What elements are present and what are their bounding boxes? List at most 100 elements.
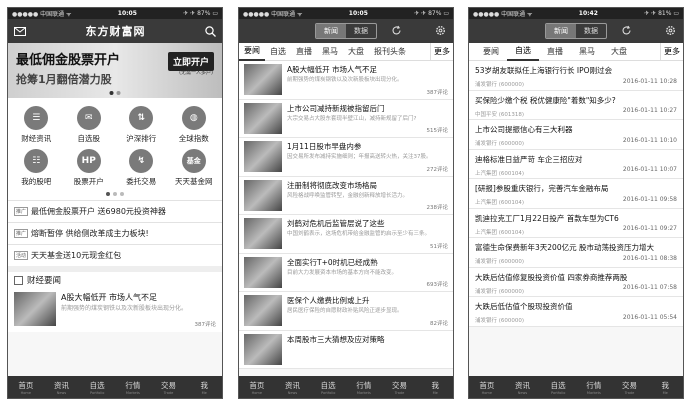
news-item[interactable]: 1月11日股市早盘内参 因交易所发布减持实施细则；年报高送转火热，关注37股。 27… (239, 138, 453, 177)
battery: ✈ ✈ 81% ▭ (644, 10, 679, 17)
news-thumbnail (244, 179, 282, 211)
grid-item-watchlist[interactable]: ✉ 自选股 (63, 106, 116, 144)
tab-press[interactable]: 报刊头条 (369, 43, 411, 61)
news-item[interactable]: A股大幅低开 市场人气不足 前期强势的煤炭钢铁以及次新股板块出现分化。 387评… (8, 288, 222, 332)
news-summary: 前期强势的煤炭钢铁以及次新股板块出现分化。 (61, 305, 188, 312)
grid-item-fund[interactable]: 基金 天天基金网 (168, 149, 221, 187)
app-header: 东方财富网 (8, 19, 222, 43)
tab-live[interactable]: 直播 (539, 43, 571, 61)
tab-markets[interactable]: 行情 Markets (115, 376, 151, 398)
tab-watchlist[interactable]: 自选 (507, 43, 539, 61)
segment-news[interactable]: 新闻 (316, 24, 346, 38)
segment-control: 新闻 数据 (315, 23, 377, 39)
news-item[interactable]: 买保险少缴个税 税优健康险"着数"知多少? 中国平安 (601318) 2016-0… (469, 90, 683, 120)
timestamp: 2016-01-11 08:38 (622, 254, 677, 262)
chat-icon: ☷ (24, 149, 49, 173)
ad-banner[interactable]: 最低佣金股票开户 抢筹1月翻倍潜力股 立即开户 (无需一人多户) (8, 43, 222, 98)
news-item[interactable]: 大跌后低估值个股现投资价值 浦发银行 (600000) 2016-01-11 05:… (469, 297, 683, 327)
news-thumbnail (244, 256, 282, 288)
tab-news[interactable]: 资讯 News (44, 376, 80, 398)
news-item[interactable]: 凯迪拉克工厂1月22日投产 首款车型为CT6 上汽集团 (600104) 2016-… (469, 208, 683, 238)
timestamp: 2016-01-11 10:07 (622, 166, 677, 173)
tab-portfolio[interactable]: 自选 Portfolio (79, 376, 115, 398)
tab-darkhorse[interactable]: 黑马 (571, 43, 603, 61)
news-thumbnail (244, 141, 282, 172)
comment-count: 693评论 (426, 282, 449, 288)
news-thumbnail (244, 64, 282, 95)
search-icon[interactable] (205, 25, 216, 37)
news-item[interactable]: 大跌后估值修复股投资价值 四家券商推荐两股 浦发银行 (600000) 2016-0… (469, 267, 683, 297)
fund-icon: 基金 (181, 149, 206, 173)
news-item[interactable]: 全面实行T+0时机已经成熟 目前大力发展资本市场的基本方向不能改变。 693评论 (239, 253, 453, 292)
gear-icon[interactable] (665, 25, 676, 36)
refresh-icon[interactable] (621, 25, 632, 36)
mail-icon[interactable] (14, 26, 26, 36)
grid-item-open-account[interactable]: HP 股票开户 (63, 149, 116, 187)
tab-darkhorse[interactable]: 黑马 (317, 43, 343, 61)
tab-headlines[interactable]: 要闻 (239, 43, 265, 61)
tab-me[interactable]: 我 Me (417, 376, 453, 398)
tab-portfolio[interactable]: 自选 Portfolio (540, 376, 576, 398)
grid-item-forum[interactable]: ☷ 我的股吧 (10, 149, 63, 187)
carrier: ●●●●● 中国联通 ᯤ (243, 11, 303, 18)
tab-trade[interactable]: 交易 Trade (151, 376, 187, 398)
tab-live[interactable]: 直播 (291, 43, 317, 61)
grid-item-news[interactable]: ☰ 财经资讯 (10, 106, 63, 144)
tab-headlines[interactable]: 要闻 (475, 43, 507, 61)
more-tabs-button[interactable]: 更多 (430, 43, 453, 60)
bottom-tab-bar: 首页 Home 资讯 News 自选 Portfolio 行情 Markets 交易 Tr… (8, 376, 222, 398)
section-title: 财经要闻 (8, 266, 222, 288)
news-item[interactable]: A股大幅低开 市场人气不足 前期强势的煤炭钢铁以及次新股板块出现分化。 387评论 (239, 61, 453, 100)
news-item[interactable]: 医保个人缴费比例或上升 居民医疗保险的自愿财政补贴风险正逐步显现。 82评论 (239, 292, 453, 331)
grid-pager (8, 189, 222, 200)
promo-item[interactable]: 推广 最低佣金股票开户 送6980元投资神器 (8, 200, 222, 222)
segment-news[interactable]: 新闻 (546, 24, 576, 38)
globe-icon: ◍ (181, 106, 206, 130)
tab-markets[interactable]: 行情 Markets (346, 376, 382, 398)
timestamp: 2016-01-11 07:58 (622, 284, 677, 291)
tab-markets[interactable]: 行情 Markets (576, 376, 612, 398)
grid-item-ranking[interactable]: ⇅ 沪深排行 (115, 106, 168, 144)
bottom-tab-bar: 首页 Home 资讯 News 自选 Portfolio 行情 Markets 交易 Tr… (469, 376, 683, 398)
battery: ✈ ✈ 87% ▭ (183, 10, 218, 17)
news-thumbnail (14, 292, 56, 326)
tab-portfolio[interactable]: 自选 Portfolio (310, 376, 346, 398)
tab-me[interactable]: 我 Me (647, 376, 683, 398)
news-item[interactable]: 本周股市三大猜想及应对策略 (239, 330, 453, 369)
more-tabs-button[interactable]: 更多 (660, 43, 683, 60)
tab-news[interactable]: 资讯 News (275, 376, 311, 398)
tab-home[interactable]: 首页 Home (8, 376, 44, 398)
news-item[interactable]: 注册制将彻底改变市场格局 风险格战呼唤监管转型，金融创新释放增长活力。 238评论 (239, 176, 453, 215)
refresh-icon[interactable] (391, 25, 402, 36)
promo-item[interactable]: 推广 熔断暂停 供给侧改革成主力板块! (8, 222, 222, 244)
tab-trade[interactable]: 交易 Trade (612, 376, 648, 398)
news-item[interactable]: 上市公司提振信心有三大利器 浦发银行 (600000) 2016-01-11 10:… (469, 120, 683, 150)
news-screen: ●●●●● 中国联通 ᯤ 10:05 ✈ ✈ 87% ▭ 新闻 数据 要闻 自选… (238, 7, 454, 399)
news-item[interactable]: 上市公司减持新规被指留后门 大宗交易占大股东套现半壁江山，减持新规留了后门? 515… (239, 99, 453, 138)
tab-trade[interactable]: 交易 Trade (382, 376, 418, 398)
tab-home[interactable]: 首页 Home (239, 376, 275, 398)
news-item[interactable]: [研报]参股重庆银行，完善汽车金融布局 上汽集团 (600104) 2016-01-… (469, 179, 683, 209)
grid-item-trade[interactable]: ↯ 委托交易 (115, 149, 168, 187)
status-bar: ●●●●● 中国联通 ᯤ 10:05 ✈ ✈ 87% ▭ (8, 8, 222, 19)
tab-news[interactable]: 资讯 News (505, 376, 541, 398)
clock: 10:05 (348, 10, 368, 17)
timestamp: 2016-01-11 10:27 (622, 107, 677, 114)
tab-me[interactable]: 我 Me (186, 376, 222, 398)
gear-icon[interactable] (435, 25, 446, 36)
bottom-tab-bar: 首页 Home 资讯 News 自选 Portfolio 行情 Markets 交易 Tr… (239, 376, 453, 398)
tab-home[interactable]: 首页 Home (469, 376, 505, 398)
tab-market[interactable]: 大盘 (603, 43, 635, 61)
segment-data[interactable]: 数据 (346, 24, 376, 38)
grid-item-global-index[interactable]: ◍ 全球指数 (168, 106, 221, 144)
banner-pager (109, 91, 121, 95)
news-item[interactable]: 刘鹤对危机后监管层说了这些 中国刘鹤表示，这场危机带给金融监管的启示至少有三条。 5… (239, 215, 453, 254)
news-item[interactable]: 富德生命保费新年3天200亿元 股市动荡投资压力增大 浦发银行 (600000) 2… (469, 238, 683, 268)
promo-item[interactable]: 活动 天天基金送10元现金红包 (8, 244, 222, 266)
tab-market[interactable]: 大盘 (343, 43, 369, 61)
segment-data[interactable]: 数据 (576, 24, 606, 38)
tab-watchlist[interactable]: 自选 (265, 43, 291, 61)
news-item[interactable]: 迪格标准日益严苛 车企三招应对 上汽集团 (600104) 2016-01-11 1… (469, 149, 683, 179)
segment-control: 新闻 数据 (545, 23, 607, 39)
news-item[interactable]: 53岁胡友联拟任上海银行行长 IPO刚过会 浦发银行 (600000) 2016-0… (469, 61, 683, 91)
